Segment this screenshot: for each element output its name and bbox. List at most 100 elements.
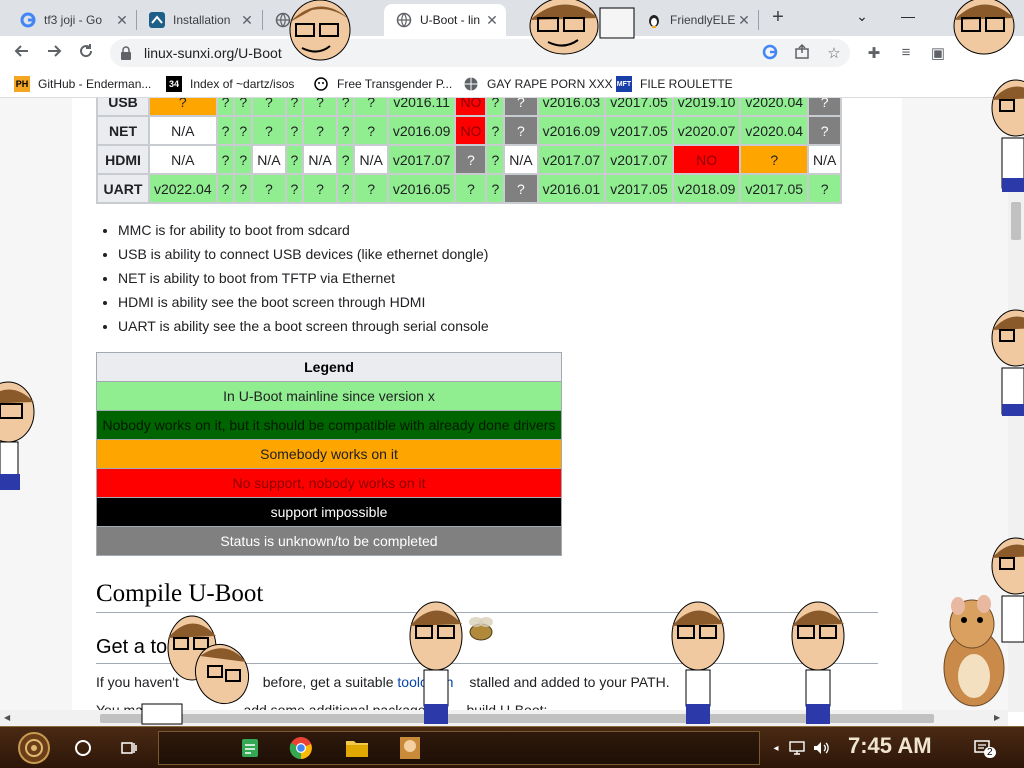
extensions-icon[interactable]: ✚: [864, 44, 884, 62]
table-cell: ?: [355, 117, 387, 144]
table-cell: v2017.07: [538, 146, 605, 173]
table-cell: ?: [505, 117, 537, 144]
new-tab-button[interactable]: +: [764, 6, 792, 30]
notification-count-badge: 2: [984, 747, 996, 758]
bookmark-dartz-isos[interactable]: 34 Index of ~dartz/isos: [166, 75, 294, 93]
taskbar: ◂ 7:45 AM 2: [0, 726, 1024, 768]
media-control-icon[interactable]: ≡: [896, 44, 916, 61]
table-cell: NO: [673, 146, 740, 173]
mft-icon: MFT: [616, 76, 632, 92]
close-tab-icon[interactable]: ✕: [484, 12, 500, 29]
table-cell: ?: [235, 117, 252, 144]
list-item: USB is ability to connect USB devices (l…: [118, 244, 489, 268]
character-app-icon: [400, 737, 420, 759]
bill-gates-sprite: [991, 309, 1024, 416]
close-tab-icon[interactable]: ✕: [114, 12, 130, 29]
table-cell: ?: [217, 175, 234, 202]
close-tab-icon[interactable]: ✕: [736, 12, 752, 29]
table-cell: N/A: [355, 146, 387, 173]
scroll-right-icon[interactable]: ▶: [994, 713, 1000, 722]
table-cell: ?: [235, 146, 252, 173]
bill-gates-sprite: [529, 0, 635, 55]
paragraph-text: build U-Boot:: [466, 702, 548, 710]
google-lens-icon[interactable]: [762, 44, 778, 60]
bee-sprite: [469, 617, 493, 641]
row-header: HDMI: [98, 146, 148, 173]
back-button[interactable]: [10, 41, 34, 65]
bill-gates-sprite: [791, 601, 845, 724]
table-cell: ?: [487, 98, 504, 115]
table-cell: ?: [487, 117, 504, 144]
bookmark-label: FILE ROULETTE: [640, 77, 733, 91]
table-cell: ?: [217, 98, 234, 115]
support-table: USB???????? v2016.11 NO?? v2016.03 v2017.05 v…: [96, 98, 843, 204]
taskbar-app-character[interactable]: [396, 731, 424, 765]
bookmark-globe[interactable]: GAY RAPE PORN XXX: [463, 75, 613, 93]
taskbar-app-explorer[interactable]: [342, 731, 372, 765]
bookmark-free-p[interactable]: Free Transgender P...: [313, 75, 452, 93]
table-cell: ?: [235, 175, 252, 202]
legend-row: Status is unknown/to be completed: [97, 527, 561, 555]
taskbar-clock[interactable]: 7:45 AM: [848, 733, 932, 759]
table-cell: v2017.05: [606, 117, 672, 144]
steampunk-orb-icon: [18, 732, 50, 764]
address-bar[interactable]: linux-sunxi.org/U-Boot: [110, 39, 850, 67]
table-cell: N/A: [150, 117, 216, 144]
task-view-button[interactable]: [116, 731, 142, 765]
bookmark-github[interactable]: PH GitHub - Enderman...: [14, 75, 151, 93]
table-cell: ?: [217, 146, 234, 173]
list-item: HDMI is ability see the boot screen thro…: [118, 292, 489, 316]
tab-installation[interactable]: Installation ✕: [137, 4, 261, 36]
bookmark-star-icon[interactable]: ☆: [824, 44, 844, 62]
bill-gates-sprite: [953, 0, 1015, 55]
table-cell: v2020.07: [673, 117, 740, 144]
table-cell: v2017.07: [606, 146, 672, 173]
table-cell: v2016.01: [538, 175, 605, 202]
tab-friendlyelec[interactable]: FriendlyELE ✕: [634, 4, 758, 36]
share-icon[interactable]: [794, 44, 810, 60]
row-header: UART: [98, 175, 148, 202]
table-cell: ?: [337, 146, 354, 173]
table-cell: v2020.04: [741, 98, 808, 115]
tab-google-search[interactable]: tf3 joji - Go ✕: [8, 4, 136, 36]
table-cell: v2016.11: [388, 98, 455, 115]
network-icon[interactable]: [788, 731, 806, 765]
table-cell: N/A: [809, 146, 841, 173]
minimize-button[interactable]: —: [888, 4, 928, 28]
table-cell: v2017.07: [388, 146, 455, 173]
table-cell: v2016.09: [538, 117, 605, 144]
table-cell: ?: [487, 146, 504, 173]
table-cell: v2018.09: [673, 175, 740, 202]
table-cell: v2017.05: [606, 175, 672, 202]
table-cell: ?: [286, 98, 303, 115]
scroll-left-icon[interactable]: ◀: [4, 713, 10, 722]
taskbar-app-notes[interactable]: [236, 731, 264, 765]
cortana-button[interactable]: [70, 731, 96, 765]
bookmark-label: GAY RAPE PORN XXX: [487, 77, 613, 91]
taskbar-app-chrome[interactable]: [286, 731, 316, 765]
vertical-scroll-thumb[interactable]: [1011, 202, 1021, 240]
table-cell: v2016.09: [388, 117, 455, 144]
folder-icon: [346, 741, 368, 757]
reload-button[interactable]: [74, 41, 98, 65]
table-cell: ?: [286, 146, 303, 173]
table-cell: ?: [337, 117, 354, 144]
row-header: USB: [98, 98, 148, 115]
legend-row: In U-Boot mainline since version x: [97, 382, 561, 410]
forward-button[interactable]: [42, 41, 66, 65]
close-tab-icon[interactable]: ✕: [239, 12, 255, 29]
volume-icon[interactable]: [812, 731, 832, 765]
side-panel-icon[interactable]: ▣: [928, 44, 948, 62]
tab-uboot[interactable]: U-Boot - lin ✕: [384, 4, 506, 36]
tab-search-button[interactable]: ⌄: [842, 4, 882, 28]
table-cell: ?: [253, 117, 285, 144]
notifications-button[interactable]: 2: [970, 731, 996, 765]
table-cell: N/A: [253, 146, 285, 173]
bookmark-file-roulette[interactable]: MFT FILE ROULETTE: [616, 75, 733, 93]
globe-icon: [396, 12, 412, 28]
start-button[interactable]: [14, 731, 54, 765]
table-cell: v2019.10: [673, 98, 740, 115]
paragraph-text: before, get a suitable: [262, 674, 398, 690]
tab-separator: [758, 10, 759, 30]
show-hidden-icons-icon[interactable]: ◂: [768, 731, 784, 765]
